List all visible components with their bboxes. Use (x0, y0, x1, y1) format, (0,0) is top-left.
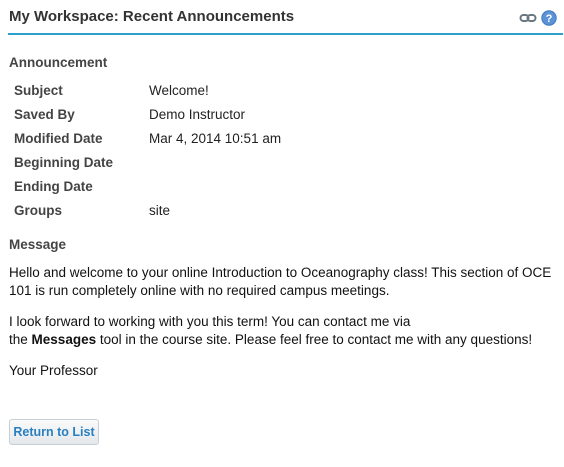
return-to-list-button[interactable]: Return to List (9, 419, 99, 445)
message-text: tool in the course site. Please feel fre… (99, 332, 533, 347)
signature: Your Professor (9, 363, 98, 378)
title-bar: My Workspace: Recent Announcements ? (0, 0, 564, 36)
link-icon[interactable] (519, 11, 537, 25)
page-title: My Workspace: Recent Announcements (9, 8, 295, 25)
beginning-date-label: Beginning Date (14, 155, 114, 170)
message-text: the (9, 332, 28, 347)
modified-date-value: Mar 4, 2014 10:51 am (149, 131, 282, 146)
modified-date-label: Modified Date (14, 131, 103, 146)
subject-label: Subject (14, 83, 63, 98)
message-text: I look forward to working with you this … (9, 314, 411, 329)
help-icon[interactable]: ? (541, 10, 557, 26)
message-paragraph: I look forward to working with you this … (9, 313, 557, 349)
subject-value: Welcome! (149, 83, 209, 98)
saved-by-label: Saved By (14, 107, 75, 122)
groups-value: site (149, 203, 171, 218)
messages-tool-name: Messages (31, 332, 97, 347)
message-paragraph: Hello and welcome to your online Introdu… (9, 265, 552, 298)
announcement-heading: Announcement (9, 55, 108, 70)
title-divider (8, 33, 563, 35)
message-body: Hello and welcome to your online Introdu… (9, 264, 557, 393)
message-heading: Message (9, 237, 67, 252)
ending-date-label: Ending Date (14, 179, 93, 194)
saved-by-value: Demo Instructor (149, 107, 246, 122)
groups-label: Groups (14, 203, 63, 218)
svg-text:?: ? (546, 13, 553, 25)
